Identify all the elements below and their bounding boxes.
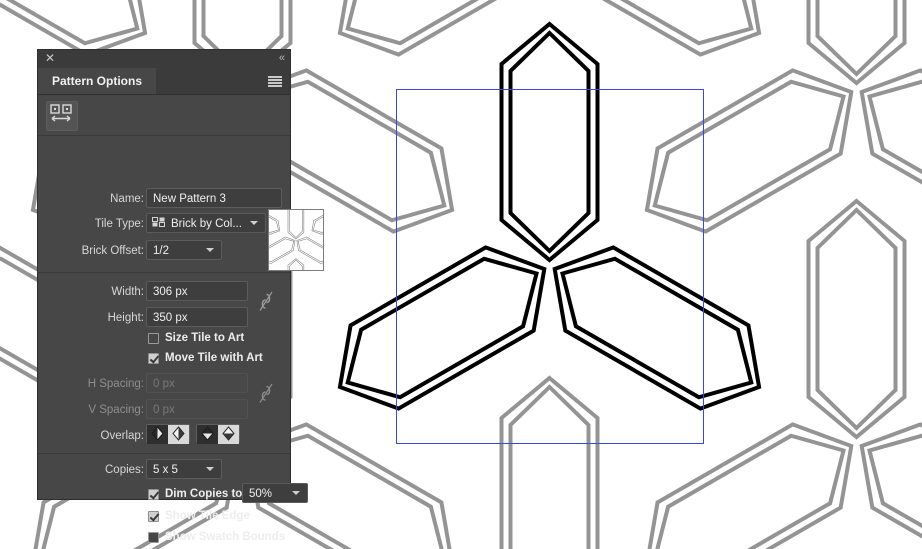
overlap-label: Overlap: bbox=[100, 430, 144, 442]
height-input[interactable]: 350 px bbox=[146, 307, 248, 327]
pattern-options-panel[interactable]: ✕ « Pattern Options Name: New Pattern 3 … bbox=[38, 50, 324, 543]
tile-type-value: Brick by Col... bbox=[171, 218, 242, 230]
checkbox-label: Size Tile to Art bbox=[165, 332, 245, 344]
checkbox-label: Show Swatch Bounds bbox=[165, 531, 286, 543]
chevron-down-icon bbox=[206, 241, 215, 261]
panel-tabbar: Pattern Options bbox=[38, 68, 290, 95]
broken-chain-link-icon[interactable] bbox=[258, 382, 274, 407]
chevron-down-icon bbox=[206, 460, 215, 480]
name-label: Name: bbox=[110, 193, 144, 205]
checkbox-box bbox=[148, 511, 159, 522]
row-width: Width: 306 px bbox=[38, 281, 290, 307]
dim-copies-value: 50% bbox=[249, 488, 273, 500]
overlap-vertical-group bbox=[196, 424, 240, 444]
hamburger-menu-icon[interactable] bbox=[268, 76, 282, 87]
chevron-down-icon bbox=[292, 484, 301, 504]
overlap-top-in-front[interactable] bbox=[197, 425, 218, 444]
pattern-tile-tool-icon[interactable] bbox=[46, 101, 78, 131]
checkbox-box bbox=[148, 489, 159, 500]
v-spacing-label: V Spacing: bbox=[88, 404, 144, 416]
checkbox-label: Dim Copies to: bbox=[165, 488, 247, 500]
tile-edge-rect bbox=[396, 89, 704, 444]
double-chevron-left-icon[interactable]: « bbox=[279, 52, 285, 65]
row-brick-offset: Brick Offset: 1/2 bbox=[38, 240, 290, 266]
dim-copies-select[interactable]: 50% bbox=[242, 483, 308, 503]
brick-offset-select[interactable]: 1/2 bbox=[146, 240, 222, 260]
h-spacing-label: H Spacing: bbox=[87, 378, 144, 390]
copies-label: Copies: bbox=[105, 464, 144, 476]
h-spacing-input[interactable]: 0 px bbox=[146, 373, 248, 393]
width-label: Width: bbox=[111, 286, 144, 298]
panel-titlebar: ✕ « bbox=[38, 50, 290, 68]
checkbox-label: Move Tile with Art bbox=[165, 352, 263, 364]
panel-tool-row bbox=[38, 95, 290, 136]
tile-type-select[interactable]: Brick by Col... bbox=[146, 213, 266, 233]
v-spacing-input[interactable]: 0 px bbox=[146, 399, 248, 419]
broken-chain-link-icon[interactable] bbox=[258, 290, 274, 315]
overlap-right-in-front[interactable] bbox=[168, 425, 189, 444]
checkbox-box bbox=[148, 532, 159, 543]
brick-offset-label: Brick Offset: bbox=[81, 245, 144, 257]
divider bbox=[38, 272, 290, 273]
row-h-spacing: H Spacing: 0 px bbox=[38, 373, 290, 399]
chevron-down-icon bbox=[250, 214, 259, 234]
checkbox-box bbox=[148, 353, 159, 364]
copies-value: 5 x 5 bbox=[153, 464, 178, 476]
overlap-bottom-in-front[interactable] bbox=[218, 425, 239, 444]
divider bbox=[38, 453, 290, 454]
tile-preview-thumbnail bbox=[268, 209, 324, 271]
checkbox-label: Show Tile Edge bbox=[165, 510, 250, 522]
copies-select[interactable]: 5 x 5 bbox=[146, 459, 222, 479]
close-icon[interactable]: ✕ bbox=[43, 51, 57, 65]
row-copies: Copies: 5 x 5 bbox=[38, 459, 290, 485]
height-label: Height: bbox=[107, 312, 144, 324]
tile-type-label: Tile Type: bbox=[94, 218, 144, 230]
name-input[interactable]: New Pattern 3 bbox=[146, 188, 282, 208]
overlap-left-in-front[interactable] bbox=[147, 425, 168, 444]
checkbox-box bbox=[148, 333, 159, 344]
row-v-spacing: V Spacing: 0 px bbox=[38, 399, 290, 425]
brick-tile-icon bbox=[152, 217, 166, 237]
row-name: Name: New Pattern 3 bbox=[38, 188, 290, 214]
row-tile-type: Tile Type: Brick by Col... bbox=[38, 213, 290, 239]
row-height: Height: 350 px bbox=[38, 307, 290, 333]
tab-pattern-options[interactable]: Pattern Options bbox=[38, 68, 157, 94]
brick-offset-value: 1/2 bbox=[153, 245, 169, 257]
overlap-horizontal-group bbox=[146, 424, 190, 444]
width-input[interactable]: 306 px bbox=[146, 281, 248, 301]
